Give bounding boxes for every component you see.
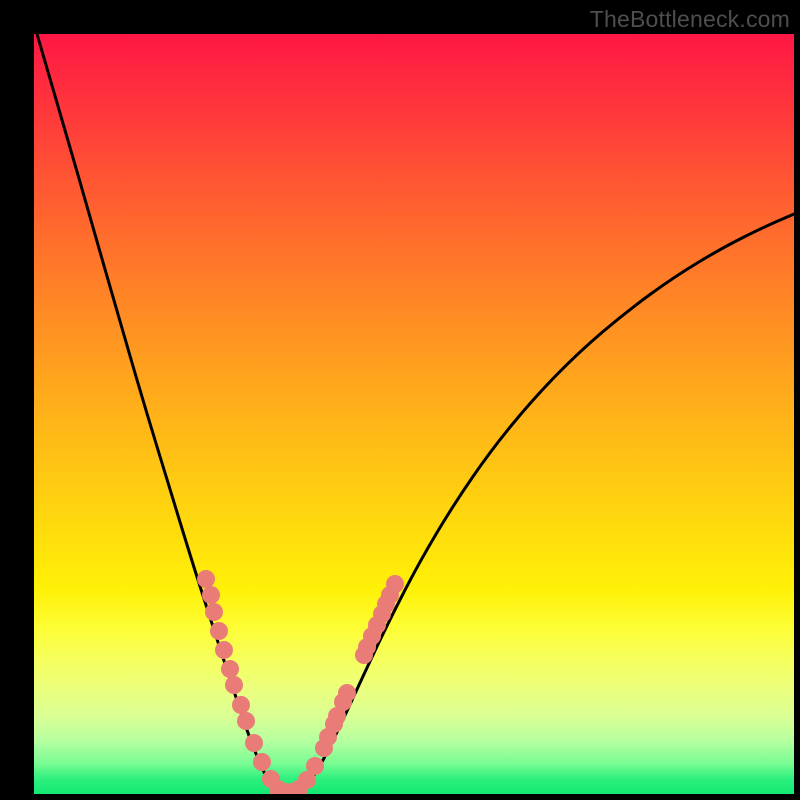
data-marker	[386, 575, 404, 593]
plot-area	[34, 34, 794, 794]
data-marker	[205, 603, 223, 621]
data-marker	[202, 586, 220, 604]
data-marker	[253, 753, 271, 771]
data-marker	[225, 676, 243, 694]
watermark-text: TheBottleneck.com	[590, 6, 790, 33]
data-marker	[237, 712, 255, 730]
data-marker	[232, 696, 250, 714]
curve-right-branch	[300, 214, 794, 792]
curves-layer	[34, 34, 794, 794]
line-series-group	[37, 34, 794, 792]
data-marker	[245, 734, 263, 752]
curve-left-branch	[37, 34, 278, 792]
data-marker	[197, 570, 215, 588]
marker-points-group	[197, 570, 404, 794]
data-marker	[210, 622, 228, 640]
data-marker	[338, 684, 356, 702]
chart-frame: TheBottleneck.com	[0, 0, 800, 800]
data-marker	[215, 641, 233, 659]
data-marker	[306, 757, 324, 775]
data-marker	[221, 660, 239, 678]
